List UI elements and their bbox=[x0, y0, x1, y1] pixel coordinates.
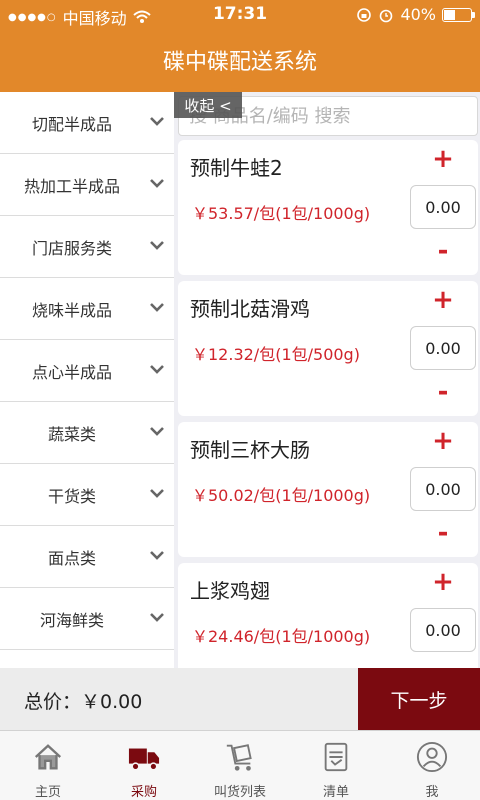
decrease-button[interactable]: - bbox=[430, 520, 456, 548]
chevron-down-icon bbox=[150, 613, 164, 622]
product-card: 预制三杯大肠 ￥50.02/包(1包/1000g) + - bbox=[178, 422, 478, 557]
quantity-input[interactable] bbox=[410, 608, 476, 652]
decrease-button[interactable]: - bbox=[430, 379, 456, 407]
tab-label: 主页 bbox=[34, 785, 61, 800]
chevron-down-icon bbox=[150, 179, 164, 188]
product-list: 预制牛蛙2 ￥53.57/包(1包/1000g) + - 预制北菇滑鸡 ￥12.… bbox=[178, 140, 478, 668]
home-icon bbox=[34, 744, 62, 770]
alarm-icon bbox=[380, 9, 393, 22]
tab-label: 清单 bbox=[322, 785, 349, 800]
user-icon bbox=[416, 741, 448, 773]
quantity-input[interactable] bbox=[410, 185, 476, 229]
checklist-icon bbox=[324, 742, 348, 772]
rotation-lock-icon bbox=[357, 7, 372, 22]
product-card: 预制牛蛙2 ￥53.57/包(1包/1000g) + - bbox=[178, 140, 478, 275]
chevron-down-icon bbox=[150, 241, 164, 250]
page-title: 碟中碟配送系统 bbox=[162, 50, 317, 75]
app-header: ●●●●○ 中国移动 17:31 40% 碟中碟配送系统 bbox=[0, 0, 480, 92]
total-price: 总价：￥0.00 bbox=[24, 691, 143, 713]
product-price: ￥50.02/包(1包/1000g) bbox=[192, 486, 371, 505]
chevron-down-icon bbox=[150, 365, 164, 374]
tab-bar: 主页 采购 叫货列表 清单 我 bbox=[0, 730, 480, 800]
tab-checklist[interactable]: 清单 bbox=[288, 731, 384, 800]
tab-label: 叫货列表 bbox=[213, 785, 266, 800]
product-name: 预制三杯大肠 bbox=[190, 438, 310, 462]
truck-icon bbox=[128, 748, 160, 771]
decrease-button[interactable]: - bbox=[430, 238, 456, 266]
category-item[interactable]: 门店服务类 bbox=[0, 216, 174, 278]
product-card: 预制北菇滑鸡 ￥12.32/包(1包/500g) + - bbox=[178, 281, 478, 416]
cart-list-icon bbox=[226, 744, 252, 771]
category-sidebar: 切配半成品 热加工半成品 门店服务类 烧味半成品 点心半成品 蔬菜类 干货类 面… bbox=[0, 92, 174, 668]
tab-purchase[interactable]: 采购 bbox=[96, 731, 192, 800]
category-item[interactable]: 蔬菜类 bbox=[0, 402, 174, 464]
next-step-button[interactable]: 下一步 bbox=[358, 668, 480, 730]
quantity-input[interactable] bbox=[410, 326, 476, 370]
status-bar: ●●●●○ 中国移动 17:31 40% bbox=[0, 0, 480, 30]
increase-button[interactable]: + bbox=[430, 428, 456, 454]
tab-order-list[interactable]: 叫货列表 bbox=[192, 731, 288, 800]
category-item[interactable]: 河海鲜类 bbox=[0, 588, 174, 650]
tab-me[interactable]: 我 bbox=[384, 731, 480, 800]
product-name: 上浆鸡翅 bbox=[190, 579, 270, 603]
category-item[interactable]: 切配半成品 bbox=[0, 92, 174, 154]
increase-button[interactable]: + bbox=[430, 569, 456, 595]
increase-button[interactable]: + bbox=[430, 287, 456, 313]
category-item[interactable]: 面点类 bbox=[0, 526, 174, 588]
collapse-sidebar-button[interactable]: 收起 < bbox=[174, 92, 242, 118]
product-price: ￥53.57/包(1包/1000g) bbox=[192, 204, 371, 223]
product-name: 预制北菇滑鸡 bbox=[190, 297, 310, 321]
tab-label: 采购 bbox=[130, 785, 157, 800]
total-bar: 总价：￥0.00 下一步 bbox=[0, 668, 480, 730]
product-price: ￥12.32/包(1包/500g) bbox=[192, 345, 360, 364]
product-price: ￥24.46/包(1包/1000g) bbox=[192, 627, 371, 646]
product-card: 上浆鸡翅 ￥24.46/包(1包/1000g) + - bbox=[178, 563, 478, 668]
chevron-down-icon bbox=[150, 117, 164, 126]
category-item[interactable]: 干货类 bbox=[0, 464, 174, 526]
tab-label: 我 bbox=[425, 785, 439, 800]
chevron-down-icon bbox=[150, 303, 164, 312]
tab-home[interactable]: 主页 bbox=[0, 731, 96, 800]
battery-percent: 40% bbox=[400, 5, 436, 24]
increase-button[interactable]: + bbox=[430, 146, 456, 172]
category-item[interactable]: 热加工半成品 bbox=[0, 154, 174, 216]
battery-icon bbox=[442, 7, 475, 22]
category-item[interactable]: 烧味半成品 bbox=[0, 278, 174, 340]
quantity-input[interactable] bbox=[410, 467, 476, 511]
product-name: 预制牛蛙2 bbox=[190, 156, 283, 180]
chevron-down-icon bbox=[150, 489, 164, 498]
chevron-down-icon bbox=[150, 551, 164, 560]
category-item[interactable]: 点心半成品 bbox=[0, 340, 174, 402]
chevron-down-icon bbox=[150, 427, 164, 436]
